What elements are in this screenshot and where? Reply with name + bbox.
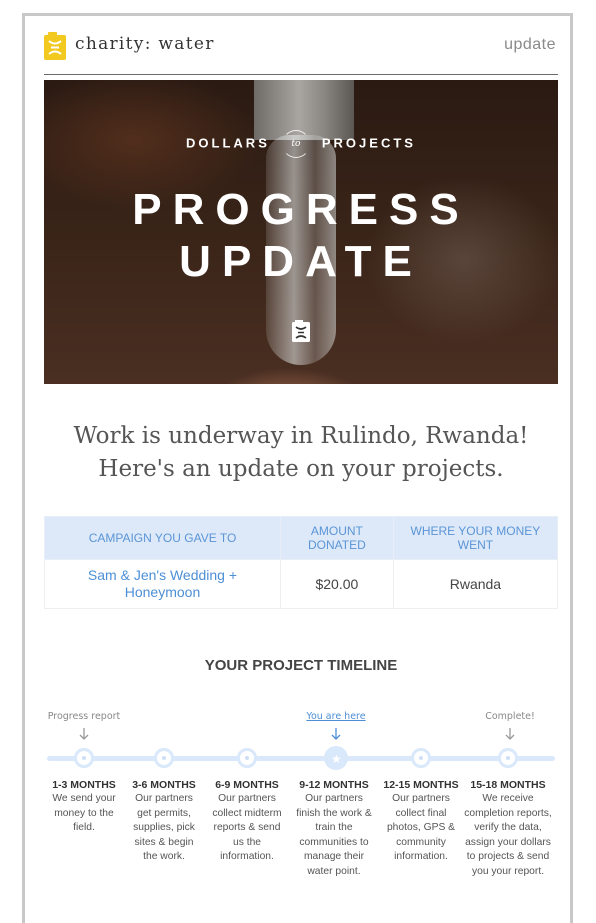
timeline-node [411, 748, 431, 768]
amount-cell: $20.00 [279, 559, 394, 609]
email-header: charity: water update [44, 30, 558, 75]
timeline-step: 15-18 MONTHS We receive completion repor… [464, 778, 552, 880]
header-location: WHERE YOUR MONEY WENT [392, 516, 559, 560]
star-icon: ★ [331, 752, 342, 766]
step-description: We send your money to the field. [52, 793, 116, 834]
donation-table: CAMPAIGN YOU GAVE TO AMOUNT DONATED WHER… [44, 516, 559, 609]
hero-title: PROGRESS UPDATE [44, 184, 558, 288]
header-update-label: update [504, 36, 556, 53]
timeline-node [74, 748, 94, 768]
step-title: 15-18 MONTHS [470, 779, 546, 791]
step-title: 3-6 MONTHS [132, 779, 196, 791]
hero-title-line2: UPDATE [179, 237, 423, 286]
hero-title-line1: PROGRESS [132, 185, 470, 234]
campaign-link[interactable]: Sam & Jen's Wedding + Honeymoon [44, 559, 281, 609]
hero-kicker: DOLLARS to PROJECTS [44, 130, 558, 158]
kicker-projects: PROJECTS [321, 135, 416, 151]
step-title: 12-15 MONTHS [383, 779, 459, 791]
step-description: Our partners collect midterm reports & s… [212, 793, 282, 863]
step-title: 1-3 MONTHS [52, 779, 116, 791]
header-campaign: CAMPAIGN YOU GAVE TO [44, 516, 281, 560]
step-description: Our partners finish the work & train the… [296, 793, 372, 877]
timeline-node [154, 748, 174, 768]
headline-line1: Work is underway in Rulindo, Rwanda! [73, 423, 529, 449]
step-description: We receive completion reports, verify th… [464, 793, 552, 877]
headline-line2: Here's an update on your projects. [98, 456, 504, 482]
step-description: Our partners get permits, supplies, pick… [133, 793, 195, 863]
complete-label: Complete! [485, 711, 535, 722]
arrow-down-icon [505, 728, 515, 740]
timeline-step: 3-6 MONTHS Our partners get permits, sup… [122, 778, 206, 865]
timeline-track [47, 756, 555, 761]
arrow-down-icon [331, 728, 341, 740]
you-are-here-label: You are here [306, 711, 366, 722]
header-amount: AMOUNT DONATED [279, 516, 394, 560]
hero-banner: DOLLARS to PROJECTS PROGRESS UPDATE [44, 80, 558, 384]
table-row: Sam & Jen's Wedding + Honeymoon $20.00 R… [44, 559, 559, 609]
location-cell: Rwanda [392, 559, 559, 609]
kicker-to-circle: to [281, 130, 310, 158]
progress-report-label: Progress report [47, 711, 121, 722]
jerry-can-badge-icon [292, 320, 310, 342]
timeline-step: 6-9 MONTHS Our partners collect midterm … [205, 778, 289, 865]
headline: Work is underway in Rulindo, Rwanda! Her… [44, 420, 558, 486]
timeline-node [498, 748, 518, 768]
arrow-down-icon [79, 728, 89, 740]
timeline-step: 1-3 MONTHS We send your money to the fie… [42, 778, 126, 836]
step-title: 9-12 MONTHS [299, 779, 369, 791]
table-header-row: CAMPAIGN YOU GAVE TO AMOUNT DONATED WHER… [44, 516, 559, 560]
timeline-step: 9-12 MONTHS Our partners finish the work… [292, 778, 376, 880]
step-title: 6-9 MONTHS [215, 779, 279, 791]
timeline-node [237, 748, 257, 768]
timeline-title: YOUR PROJECT TIMELINE [204, 657, 398, 674]
timeline-step: 12-15 MONTHS Our partners collect final … [379, 778, 463, 865]
timeline-node-current: ★ [324, 746, 348, 770]
kicker-dollars: DOLLARS [186, 135, 270, 151]
jerry-can-logo-icon[interactable] [44, 32, 66, 60]
step-description: Our partners collect final photos, GPS &… [386, 793, 456, 863]
brand-name[interactable]: charity: water [75, 34, 215, 54]
